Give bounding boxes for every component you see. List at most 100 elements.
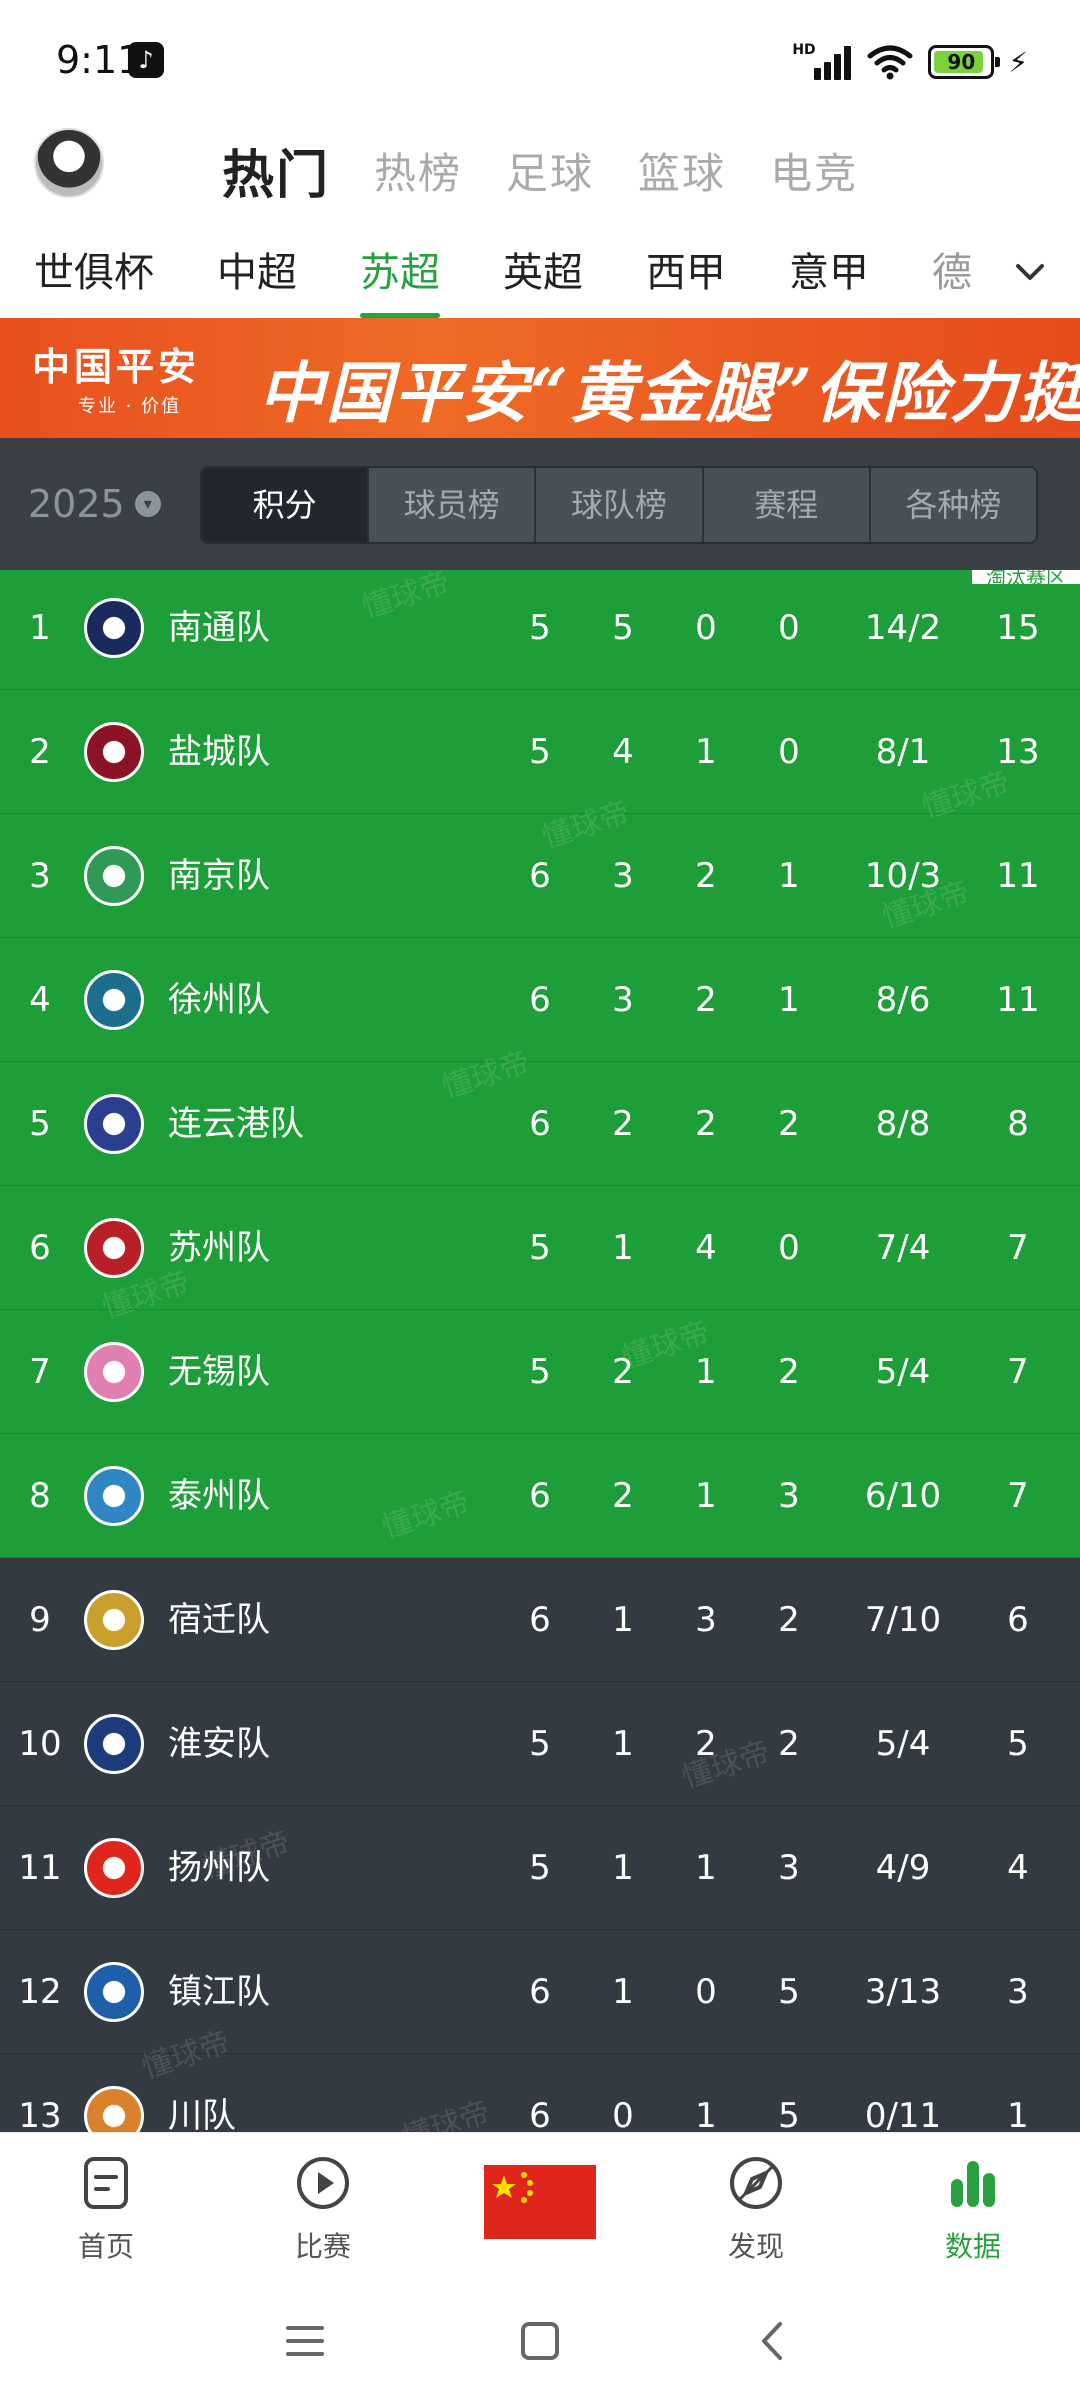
team-name: 淮安队 — [168, 1724, 270, 1764]
team-logo-icon — [84, 1838, 144, 1898]
draw-cell: 1 — [695, 1476, 717, 1516]
rank-cell: 3 — [29, 856, 51, 896]
team-logo-icon — [84, 1342, 144, 1402]
goals-cell: 5/4 — [875, 1352, 931, 1392]
charging-bolt-icon: ⚡ — [1008, 45, 1028, 79]
points-cell: 6 — [1007, 1600, 1029, 1640]
goals-cell: 10/3 — [864, 856, 942, 896]
nav-home[interactable]: 首页 — [46, 2153, 166, 2265]
home-square-icon[interactable] — [515, 2316, 565, 2366]
segment-tab[interactable]: 积分 — [202, 468, 370, 542]
menu-icon[interactable] — [280, 2316, 330, 2366]
win-cell: 2 — [612, 1104, 634, 1144]
table-row[interactable]: 6 苏州队 5 1 4 0 7/4 7 — [0, 1186, 1080, 1310]
win-cell: 4 — [612, 732, 634, 772]
table-row[interactable]: 13 川队 6 0 1 5 0/11 1 — [0, 2054, 1080, 2132]
win-cell: 3 — [612, 856, 634, 896]
china-flag-icon[interactable] — [484, 2165, 596, 2239]
points-cell: 1 — [1007, 2096, 1029, 2132]
sponsor-banner[interactable]: 中国平安 专业 · 价值 中国平安“黄金腿”保险力挺苏超 — [0, 318, 1080, 438]
league-tab[interactable]: 英超 — [503, 240, 583, 300]
nav-home-label: 首页 — [77, 2230, 134, 2263]
top-tab[interactable]: 热门 — [222, 133, 330, 208]
played-cell: 6 — [529, 1104, 551, 1144]
nav-matches[interactable]: 比赛 — [263, 2153, 383, 2265]
segment-tab[interactable]: 球员榜 — [369, 468, 537, 542]
team-name: 川队 — [168, 2096, 236, 2132]
team-logo-icon — [84, 598, 144, 658]
league-tab[interactable]: 世俱杯 — [34, 240, 154, 300]
top-tab[interactable]: 足球 — [506, 140, 594, 201]
team-logo-icon — [84, 1218, 144, 1278]
nav-data-label: 数据 — [944, 2230, 1001, 2263]
table-row[interactable]: 8 泰州队 6 2 1 3 6/10 7 — [0, 1434, 1080, 1558]
win-cell: 1 — [612, 1972, 634, 2012]
team-name: 泰州队 — [168, 1476, 270, 1516]
draw-cell: 0 — [695, 1972, 717, 2012]
segment-tab[interactable]: 球队榜 — [536, 468, 704, 542]
chevron-down-icon[interactable] — [1010, 252, 1050, 292]
table-row[interactable]: 11 扬州队 5 1 1 3 4/9 4 — [0, 1806, 1080, 1930]
banner-slogan: 中国平安“黄金腿”保险力挺苏超 — [258, 354, 1080, 432]
table-row[interactable]: 9 宿迁队 6 1 3 2 7/10 6 — [0, 1558, 1080, 1682]
loss-cell: 2 — [778, 1724, 800, 1764]
team-logo-icon — [84, 1466, 144, 1526]
rank-cell: 13 — [18, 2096, 62, 2132]
team-name: 连云港队 — [168, 1104, 304, 1144]
goals-cell: 6/10 — [864, 1476, 942, 1516]
battery-percent: 90 — [947, 50, 976, 74]
segment-tab[interactable]: 赛程 — [704, 468, 871, 542]
played-cell: 6 — [529, 1600, 551, 1640]
table-row[interactable]: 12 镇江队 6 1 0 5 3/13 3 — [0, 1930, 1080, 2054]
draw-cell: 1 — [695, 1848, 717, 1888]
team-name: 南通队 — [168, 608, 270, 648]
team-logo-icon — [84, 722, 144, 782]
table-row[interactable]: 3 南京队 6 3 2 1 10/3 11 — [0, 814, 1080, 938]
status-indicators: HD 90 ⚡ — [792, 40, 1028, 84]
team-logo-icon — [84, 970, 144, 1030]
rank-cell: 11 — [18, 1848, 62, 1888]
draw-cell: 4 — [695, 1228, 717, 1268]
team-logo-icon — [84, 1094, 144, 1154]
nav-data[interactable]: 数据 — [913, 2153, 1033, 2265]
table-row[interactable]: 1 南通队 5 5 0 0 14/2 15 — [0, 570, 1080, 690]
points-cell: 5 — [1007, 1724, 1029, 1764]
back-icon[interactable] — [748, 2316, 798, 2366]
league-tab[interactable]: 德 — [932, 240, 972, 300]
loss-cell: 3 — [778, 1848, 800, 1888]
top-tab[interactable]: 热榜 — [374, 140, 462, 201]
league-tabs: 世俱杯 中超 苏超 英超 西甲 意甲 德 — [34, 240, 972, 318]
played-cell: 6 — [529, 2096, 551, 2132]
played-cell: 5 — [529, 1352, 551, 1392]
win-cell: 1 — [612, 1724, 634, 1764]
points-cell: 15 — [996, 608, 1040, 648]
loss-cell: 2 — [778, 1600, 800, 1640]
top-tab[interactable]: 电竞 — [770, 140, 858, 201]
top-tabs: 热门 热榜 足球 篮球 电竞 — [222, 120, 858, 220]
league-tab[interactable]: 中超 — [217, 240, 297, 300]
table-row[interactable]: 4 徐州队 6 3 2 1 8/6 11 — [0, 938, 1080, 1062]
loss-cell: 3 — [778, 1476, 800, 1516]
segment-tab[interactable]: 各种榜 — [871, 468, 1036, 542]
goals-cell: 7/4 — [875, 1228, 931, 1268]
played-cell: 5 — [529, 608, 551, 648]
loss-cell: 0 — [778, 608, 800, 648]
points-cell: 13 — [996, 732, 1040, 772]
bar-chart-icon — [951, 2161, 995, 2207]
table-row[interactable]: 5 连云港队 6 2 2 2 8/8 8 — [0, 1062, 1080, 1186]
league-tab[interactable]: 苏超 — [360, 240, 440, 318]
battery-icon: 90 — [928, 45, 1001, 79]
top-tab[interactable]: 篮球 — [638, 140, 726, 201]
avatar[interactable] — [34, 128, 104, 198]
rank-cell: 6 — [29, 1228, 51, 1268]
nav-discover[interactable]: 发现 — [696, 2153, 816, 2265]
table-row[interactable]: 10 淮安队 5 1 2 2 5/4 5 — [0, 1682, 1080, 1806]
league-tab[interactable]: 意甲 — [789, 240, 869, 300]
table-row[interactable]: 7 无锡队 5 2 1 2 5/4 7 — [0, 1310, 1080, 1434]
table-row[interactable]: 2 盐城队 5 4 1 0 8/1 13 — [0, 690, 1080, 814]
points-cell: 7 — [1007, 1476, 1029, 1516]
league-tab[interactable]: 西甲 — [646, 240, 726, 300]
draw-cell: 2 — [695, 1104, 717, 1144]
rank-cell: 8 — [29, 1476, 51, 1516]
season-selector[interactable]: 2025 ▾ — [28, 482, 161, 526]
